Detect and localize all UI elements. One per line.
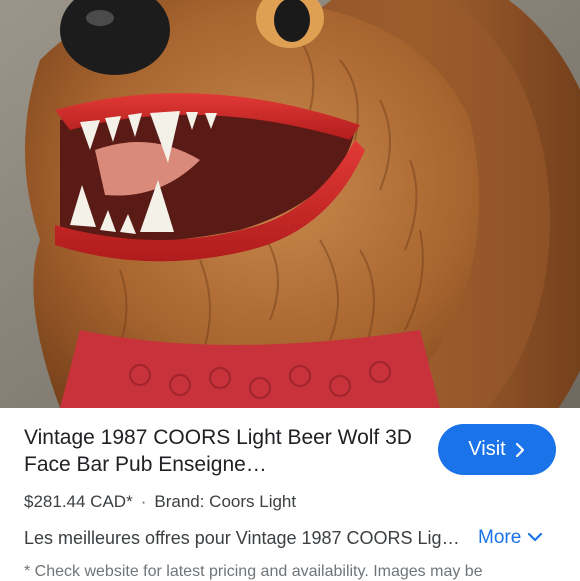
more-label: More	[478, 527, 522, 548]
product-image[interactable]	[0, 0, 580, 408]
result-description: Les meilleures offres pour Vintage 1987 …	[24, 528, 462, 548]
chevron-down-icon	[527, 527, 543, 549]
more-button[interactable]: More	[478, 526, 543, 550]
wolf-plaque-illustration	[0, 0, 580, 408]
price: $281.44 CAD*	[24, 492, 133, 511]
chevron-right-icon	[514, 442, 526, 458]
visit-label: Visit	[468, 438, 506, 460]
brand: Brand: Coors Light	[154, 492, 297, 511]
disclaimer: * Check website for latest pricing and a…	[24, 563, 483, 580]
visit-button[interactable]: Visit	[438, 424, 556, 475]
result-title[interactable]: Vintage 1987 COORS Light Beer Wolf 3D Fa…	[24, 424, 414, 478]
meta-separator: ·	[140, 492, 147, 511]
result-meta: $281.44 CAD* · Brand: Coors Light	[24, 492, 554, 512]
